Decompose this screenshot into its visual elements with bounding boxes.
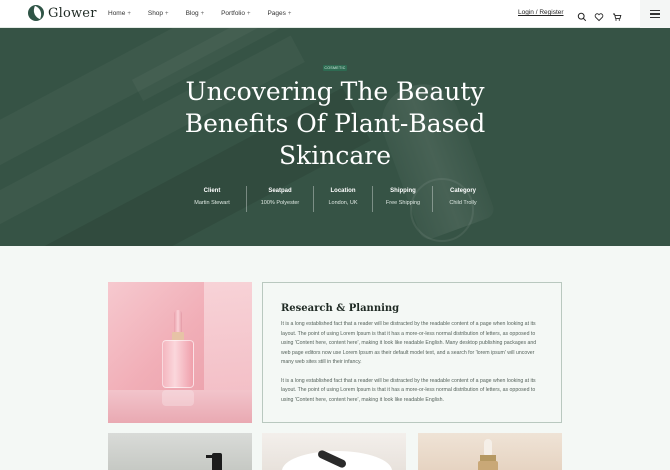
nav-item-shop[interactable]: Shop + xyxy=(148,10,169,17)
nav-item-label: Home xyxy=(108,10,126,17)
dropper-bulb xyxy=(484,439,492,455)
plus-icon: + xyxy=(200,10,205,17)
search-icon[interactable] xyxy=(577,9,587,22)
meta-seatpad: Seatpad 100% Polyester xyxy=(245,188,315,206)
nav-item-label: Blog xyxy=(185,10,199,17)
login-register-link[interactable]: Login / Register xyxy=(518,9,564,16)
plus-icon: + xyxy=(165,10,169,17)
meta-value: Martin Stewart xyxy=(194,200,230,206)
heart-icon[interactable] xyxy=(594,9,604,22)
paragraph: It is a long established fact that a rea… xyxy=(281,321,537,365)
gallery-image-pump-bottle xyxy=(108,433,252,470)
cart-icon[interactable] xyxy=(612,9,622,21)
nav-item-label: Pages xyxy=(267,10,286,17)
gallery-image-cream-bowl xyxy=(262,433,406,470)
dropper-bulb xyxy=(174,310,182,333)
nav-item-pages[interactable]: Pages + xyxy=(267,10,291,17)
nav-item-label: Shop xyxy=(147,10,164,17)
logo[interactable]: Glower xyxy=(28,5,97,21)
hero-section: COSMETIC Uncovering The Beauty Benefits … xyxy=(0,28,670,246)
meta-category: Category Child Trolly xyxy=(428,188,498,206)
nav-item-home[interactable]: Home + xyxy=(108,10,131,17)
dropper-bottle xyxy=(162,340,194,388)
meta-client: Client Martin Stewart xyxy=(177,188,247,206)
meta-label: Category xyxy=(449,188,476,194)
dropper-bottle xyxy=(478,461,498,470)
brand-name: Glower xyxy=(48,5,97,21)
nav-item-portfolio[interactable]: Portfolio + xyxy=(221,10,250,17)
nav-item-label: Portfolio xyxy=(221,10,245,17)
site-header: Glower Home + Shop + Blog + Portfolio + … xyxy=(0,0,670,28)
nav-item-blog[interactable]: Blog + xyxy=(186,10,205,17)
serum-bottle-image xyxy=(108,282,252,423)
plus-icon: + xyxy=(127,10,131,17)
paragraph: It is a long established fact that a rea… xyxy=(281,377,536,403)
leaf-logo-icon xyxy=(28,5,44,21)
hamburger-menu-icon[interactable] xyxy=(640,0,670,28)
bottle-reflection xyxy=(162,390,194,406)
category-badge[interactable]: COSMETIC xyxy=(323,65,347,71)
meta-value: Child Trolly xyxy=(449,200,477,206)
section-heading: Research & Planning xyxy=(281,303,400,314)
meta-value: 100% Polyester xyxy=(260,200,300,206)
plus-icon: + xyxy=(287,10,292,17)
pump-bottle xyxy=(212,453,222,470)
gallery-image-dropper xyxy=(418,433,562,470)
research-card: Research & Planning It is a long establi… xyxy=(262,282,562,423)
plus-icon: + xyxy=(246,10,251,17)
main-nav: Home + Shop + Blog + Portfolio + Pages + xyxy=(108,10,308,17)
page-title: Uncovering The Beauty Benefits Of Plant-… xyxy=(184,77,486,170)
meta-label: Seatpad xyxy=(268,188,292,194)
meta-label: Client xyxy=(203,188,221,194)
